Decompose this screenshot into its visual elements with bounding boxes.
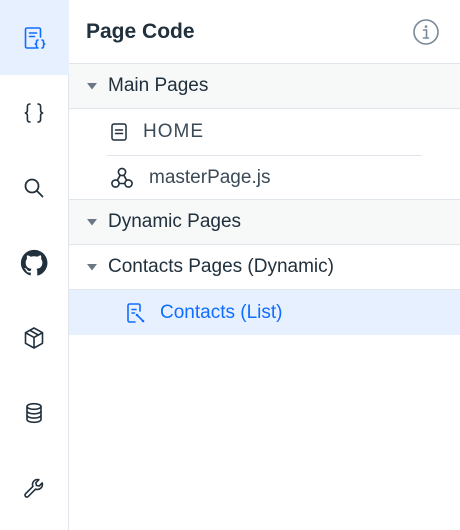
- database-icon: [26, 402, 42, 423]
- section-label: Dynamic Pages: [108, 211, 242, 232]
- caret-down-icon: [87, 264, 97, 271]
- search-icon: [24, 178, 44, 197]
- section-label: Main Pages: [108, 75, 209, 96]
- rail-item-page-code[interactable]: [0, 0, 69, 75]
- wrench-icon: [24, 478, 44, 498]
- group-contacts-pages[interactable]: Contacts Pages (Dynamic): [69, 245, 460, 290]
- page-item-label: HOME: [143, 121, 204, 142]
- rail-item-search[interactable]: [0, 150, 69, 225]
- page-code-icon: [24, 26, 46, 49]
- github-icon: [20, 249, 48, 276]
- page-item-home[interactable]: HOME: [69, 109, 460, 155]
- section-dynamic-pages[interactable]: Dynamic Pages: [69, 200, 460, 245]
- app-window: Page Code Main Pages HOME masterPage.js …: [0, 0, 460, 530]
- curly-braces-icon: [24, 102, 44, 123]
- rail-item-tools[interactable]: [0, 450, 69, 525]
- caret-down-icon: [87, 219, 97, 226]
- caret-down-icon: [87, 83, 97, 90]
- rail-item-databases[interactable]: [0, 375, 69, 450]
- page-item-master-page[interactable]: masterPage.js: [69, 156, 460, 200]
- panel-header: Page Code: [69, 0, 460, 64]
- package-icon: [24, 326, 44, 349]
- page-item-label: masterPage.js: [149, 166, 271, 188]
- page-code-panel: Page Code Main Pages HOME masterPage.js …: [69, 0, 460, 530]
- rail-item-code[interactable]: [0, 75, 69, 150]
- master-page-icon: [111, 167, 133, 188]
- group-label: Contacts Pages (Dynamic): [108, 256, 334, 277]
- panel-title: Page Code: [86, 19, 195, 43]
- dynamic-page-icon: [127, 302, 145, 323]
- section-main-pages[interactable]: Main Pages: [69, 64, 460, 109]
- info-icon[interactable]: [412, 18, 440, 46]
- sidebar-rail: [0, 0, 69, 530]
- page-icon: [111, 123, 127, 141]
- page-item-contacts-list[interactable]: Contacts (List): [69, 290, 460, 335]
- rail-item-github[interactable]: [0, 225, 69, 300]
- rail-item-packages[interactable]: [0, 300, 69, 375]
- page-item-label: Contacts (List): [160, 301, 283, 323]
